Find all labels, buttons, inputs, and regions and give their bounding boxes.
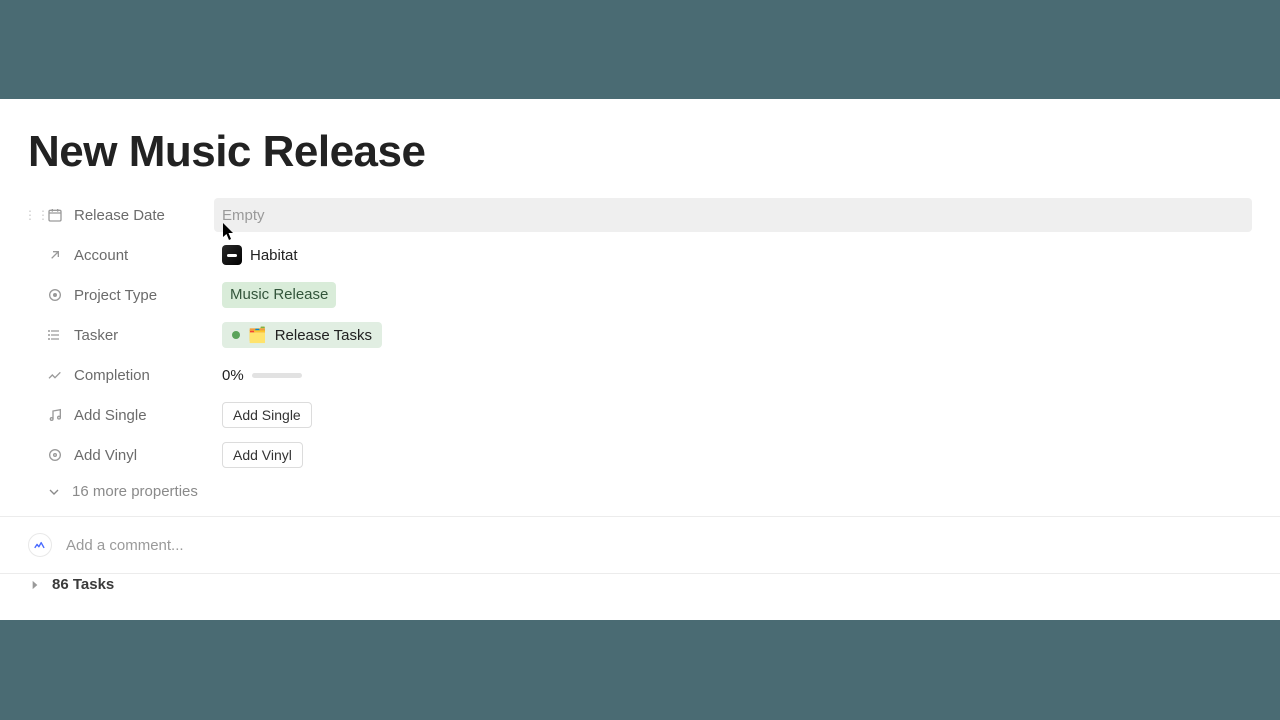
- property-value-release-date[interactable]: Empty: [214, 198, 1252, 232]
- status-dot-icon: [232, 331, 240, 339]
- property-label-project-type[interactable]: Project Type: [46, 286, 222, 304]
- label-text: Completion: [74, 367, 150, 384]
- label-text: Project Type: [74, 287, 157, 304]
- property-label-add-single[interactable]: Add Single: [46, 406, 222, 424]
- property-value-tasker[interactable]: 🗂️ Release Tasks: [214, 318, 1252, 352]
- page-title: New Music Release: [28, 127, 1252, 177]
- comment-row[interactable]: Add a comment...: [28, 517, 1252, 573]
- property-value-add-vinyl: Add Vinyl: [214, 438, 1252, 472]
- caret-icon: [28, 578, 42, 592]
- arrow-up-right-icon: [46, 246, 64, 264]
- property-row-tasker: ⋮⋮ Tasker 🗂️ Release Tasks: [28, 315, 1252, 355]
- label-text: Add Vinyl: [74, 447, 137, 464]
- progress-bar: [252, 373, 302, 378]
- property-value-account[interactable]: Habitat: [214, 238, 1252, 272]
- account-name: Habitat: [250, 247, 298, 264]
- tasker-chip: 🗂️ Release Tasks: [222, 322, 382, 348]
- property-row-account: ⋮⋮ Account Habitat: [28, 235, 1252, 275]
- chart-icon: [46, 366, 64, 384]
- property-row-completion: ⋮⋮ Completion 0%: [28, 355, 1252, 395]
- disc-icon: [46, 446, 64, 464]
- label-text: Release Date: [74, 207, 165, 224]
- list-icon: [46, 326, 64, 344]
- add-single-button[interactable]: Add Single: [222, 402, 312, 428]
- property-row-project-type: ⋮⋮ Project Type Music Release: [28, 275, 1252, 315]
- project-type-tag: Music Release: [222, 282, 336, 308]
- property-row-add-vinyl: ⋮⋮ Add Vinyl Add Vinyl: [28, 435, 1252, 475]
- user-avatar-icon: [28, 533, 52, 557]
- property-label-completion[interactable]: Completion: [46, 366, 222, 384]
- property-value-add-single: Add Single: [214, 398, 1252, 432]
- page: New Music Release ⋮⋮ Release Date Empty …: [0, 99, 1280, 620]
- tasks-heading-row[interactable]: 86 Tasks: [28, 574, 1252, 593]
- comment-placeholder: Add a comment...: [66, 537, 184, 554]
- property-row-add-single: ⋮⋮ Add Single Add Single: [28, 395, 1252, 435]
- property-label-release-date[interactable]: Release Date: [46, 206, 222, 224]
- account-chip: Habitat: [222, 245, 298, 265]
- more-properties-toggle[interactable]: 16 more properties: [28, 475, 1252, 516]
- target-icon: [46, 286, 64, 304]
- calendar-icon: [46, 206, 64, 224]
- account-avatar-icon: [222, 245, 242, 265]
- tasker-emoji-icon: 🗂️: [248, 326, 267, 344]
- completion-percent: 0%: [222, 367, 244, 384]
- label-text: Add Single: [74, 407, 147, 424]
- property-value-project-type[interactable]: Music Release: [214, 278, 1252, 312]
- drag-handle-icon[interactable]: ⋮⋮: [28, 208, 46, 222]
- tasker-name: Release Tasks: [275, 327, 372, 344]
- label-text: Account: [74, 247, 128, 264]
- music-icon: [46, 406, 64, 424]
- property-label-account[interactable]: Account: [46, 246, 222, 264]
- property-label-tasker[interactable]: Tasker: [46, 326, 222, 344]
- add-vinyl-button[interactable]: Add Vinyl: [222, 442, 303, 468]
- more-properties-label: 16 more properties: [72, 483, 198, 500]
- property-value-completion[interactable]: 0%: [214, 358, 1252, 392]
- chevron-down-icon: [46, 484, 62, 500]
- property-label-add-vinyl[interactable]: Add Vinyl: [46, 446, 222, 464]
- empty-placeholder: Empty: [222, 207, 265, 224]
- label-text: Tasker: [74, 327, 118, 344]
- tasks-heading-text: 86 Tasks: [52, 576, 114, 593]
- property-row-release-date: ⋮⋮ Release Date Empty: [28, 195, 1252, 235]
